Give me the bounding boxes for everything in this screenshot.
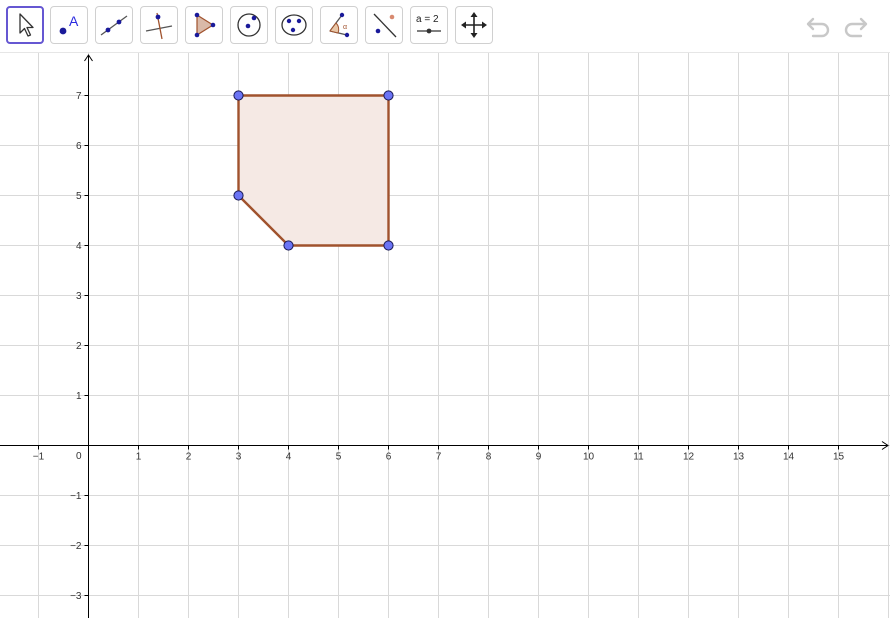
line-through-two-points-icon — [100, 15, 128, 36]
line-tool-button[interactable] — [95, 6, 133, 44]
y-tick-label: 7 — [76, 91, 82, 102]
slider-tool-button[interactable]: a = 2 — [410, 6, 448, 44]
angle-icon: α — [329, 12, 350, 38]
y-tick-label: 4 — [76, 241, 82, 252]
y-tick-label: 3 — [76, 291, 82, 302]
svg-text:α: α — [343, 24, 347, 31]
perpendicular-line-tool-button[interactable] — [140, 6, 178, 44]
vertex-point[interactable] — [283, 240, 294, 251]
slider-tool-label: a = 2 — [416, 14, 439, 25]
move-tool-button[interactable] — [6, 6, 44, 44]
x-tick-label: 14 — [783, 452, 795, 463]
y-tick-label: 6 — [76, 141, 82, 152]
vertex-point[interactable] — [383, 90, 394, 101]
ellipse-icon — [281, 14, 307, 36]
move-graphics-view-tool-button[interactable] — [455, 6, 493, 44]
point-tool-button[interactable]: A — [50, 6, 88, 44]
x-tick-label: 4 — [286, 452, 292, 463]
undo-icon — [806, 17, 830, 38]
x-tick-label: 12 — [683, 452, 695, 463]
toolbar: A α a = 2 — [0, 0, 890, 53]
x-tick-label: 5 — [336, 452, 342, 463]
angle-tool-button[interactable]: α — [320, 6, 358, 44]
x-tick-label: 9 — [536, 452, 542, 463]
point-with-label-icon: A — [59, 13, 79, 35]
move-arrows-icon — [461, 12, 487, 38]
reflect-tool-button[interactable] — [365, 6, 403, 44]
x-tick-label: 3 — [236, 452, 242, 463]
grid-lines — [0, 53, 890, 618]
x-tick-label: 10 — [583, 452, 595, 463]
y-tick-label: 2 — [76, 341, 82, 352]
redo-button[interactable] — [840, 12, 870, 42]
redo-icon — [844, 17, 868, 38]
y-tick-label: −3 — [70, 591, 82, 602]
perpendicular-line-icon — [145, 12, 173, 40]
polygon-tool-button[interactable] — [185, 6, 223, 44]
y-tick-label: −1 — [70, 491, 82, 502]
y-axis-tick-labels: 7 6 5 4 3 2 1 −1 −2 −3 — [70, 91, 82, 602]
vertex-point[interactable] — [383, 240, 394, 251]
svg-text:A: A — [69, 13, 79, 29]
circle-center-point-icon — [237, 13, 261, 37]
arrow-pointer-icon — [19, 13, 34, 37]
y-tick-label: 1 — [76, 391, 82, 402]
vertex-point[interactable] — [233, 90, 244, 101]
x-tick-label: 7 — [436, 452, 442, 463]
polygon-shape[interactable] — [237, 94, 390, 247]
x-tick-label: 8 — [486, 452, 492, 463]
vertex-point[interactable] — [233, 190, 244, 201]
x-tick-label: 6 — [386, 452, 392, 463]
graphics-view[interactable]: −1 1 2 3 4 5 6 7 8 9 10 11 12 13 14 15 7 6 5 4 3 2 1 −1 −2 −3 0 — [0, 53, 890, 618]
coordinate-plane[interactable]: −1 1 2 3 4 5 6 7 8 9 10 11 12 13 14 15 7654321−1−2−3 0 — [0, 53, 890, 618]
y-tick-label: 5 — [76, 191, 82, 202]
x-tick-label: 11 — [633, 452, 644, 463]
x-tick-label: 15 — [833, 452, 845, 463]
axes — [0, 54, 889, 618]
x-axis-tick-labels: −1 1 2 3 4 5 6 7 8 9 10 11 12 13 14 15 — [33, 452, 845, 463]
y-tick-label: −2 — [70, 541, 82, 552]
origin-label: 0 — [76, 451, 82, 462]
x-tick-label: −1 — [33, 452, 45, 463]
polygon-icon — [194, 12, 216, 38]
x-tick-label: 2 — [186, 452, 192, 463]
undo-button[interactable] — [804, 12, 834, 42]
x-tick-label: 13 — [733, 452, 745, 463]
reflect-about-line-icon — [373, 13, 397, 38]
circle-tool-button[interactable] — [230, 6, 268, 44]
x-tick-label: 1 — [136, 452, 142, 463]
conic-tool-button[interactable] — [275, 6, 313, 44]
slider-icon: a = 2 — [416, 14, 441, 34]
